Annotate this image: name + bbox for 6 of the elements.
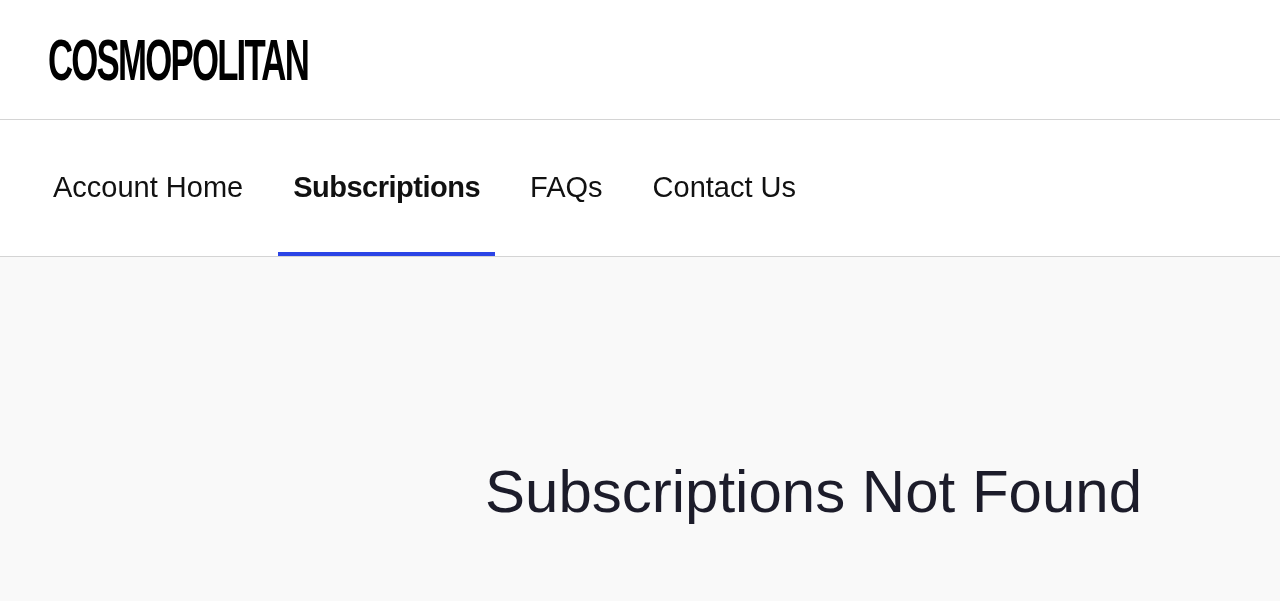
logo[interactable]: COSMOPOLITAN xyxy=(48,30,308,89)
nav-tab[interactable]: Account Home xyxy=(38,120,259,256)
nav-tab[interactable]: FAQs xyxy=(515,120,618,256)
nav-tab[interactable]: Subscriptions xyxy=(278,120,496,256)
page-heading: Subscriptions Not Found xyxy=(485,462,1143,522)
nav-tab[interactable]: Contact Us xyxy=(637,120,812,256)
